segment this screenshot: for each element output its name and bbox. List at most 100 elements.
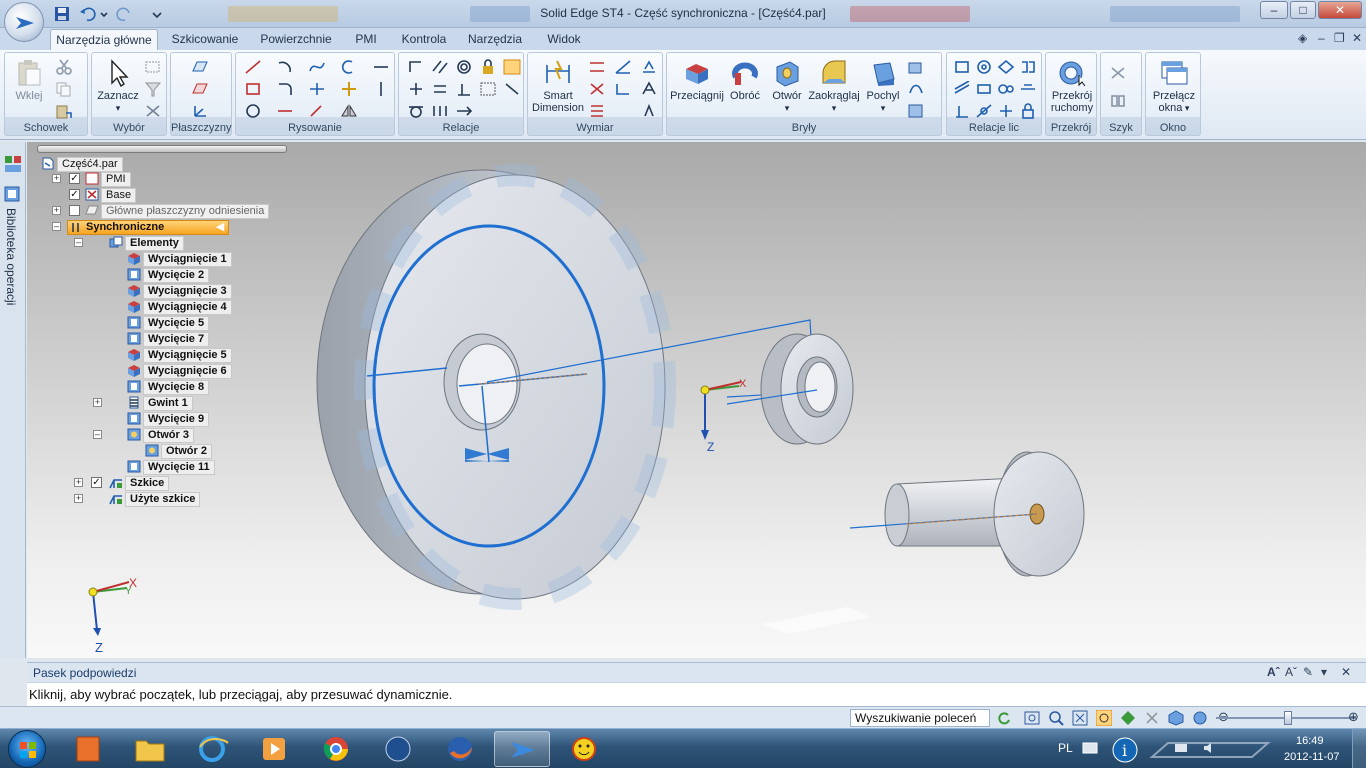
symmetric-relation-icon[interactable] bbox=[431, 103, 449, 119]
tree-collapse-hole[interactable]: – bbox=[93, 430, 102, 439]
tree-node-feature[interactable]: Wycięcie 9 bbox=[127, 412, 210, 427]
taskbar-app-ie[interactable] bbox=[184, 731, 240, 767]
offset-icon[interactable] bbox=[340, 59, 358, 75]
angular-coordinate-icon[interactable] bbox=[614, 81, 632, 97]
taskbar-app-firefox[interactable] bbox=[432, 731, 488, 767]
concentric-icon[interactable] bbox=[455, 59, 473, 75]
face-symmetric-icon[interactable] bbox=[997, 59, 1015, 75]
thin-wall-icon[interactable] bbox=[907, 59, 925, 75]
cut-icon[interactable] bbox=[55, 59, 73, 75]
rectangle-icon[interactable] bbox=[244, 81, 262, 97]
distance-between-icon[interactable] bbox=[588, 59, 606, 75]
clock-time[interactable]: 16:49 bbox=[1296, 735, 1324, 747]
clock-date[interactable]: 2012-11-07 bbox=[1284, 751, 1339, 763]
taskbar-app-hp[interactable] bbox=[370, 731, 426, 767]
paste-button[interactable]: Wklej bbox=[11, 59, 47, 102]
face-offset-icon[interactable] bbox=[1019, 81, 1037, 97]
revolve-button[interactable]: Obróć bbox=[725, 59, 765, 102]
tree-node-sketches[interactable]: Szkice bbox=[109, 476, 170, 491]
extrude-button[interactable]: Przeciągnij bbox=[669, 59, 725, 102]
select-filter-icon[interactable] bbox=[144, 81, 162, 97]
tree-node-feature[interactable]: Otwór 3 bbox=[127, 428, 194, 443]
select-tools-icon[interactable] bbox=[144, 103, 162, 119]
show-desktop-button[interactable] bbox=[1352, 729, 1366, 768]
tree-node-base[interactable]: Base bbox=[85, 188, 137, 203]
doc-close-icon[interactable]: ✕ bbox=[1352, 31, 1362, 45]
zoom-in-icon[interactable]: ⊕ bbox=[1348, 709, 1359, 725]
view-orientation-icon[interactable] bbox=[1168, 710, 1184, 726]
smart-dimension-button[interactable]: Smart Dimension bbox=[530, 59, 586, 114]
close-button[interactable]: ✕ bbox=[1318, 1, 1362, 19]
add-body-icon[interactable] bbox=[907, 81, 925, 97]
face-rigid-icon[interactable] bbox=[975, 103, 993, 119]
annotation-icon[interactable] bbox=[640, 59, 658, 75]
info-icon[interactable]: i bbox=[1110, 735, 1140, 765]
keyboard-icon[interactable] bbox=[1082, 741, 1098, 755]
tree-node-feature[interactable]: Wyciągnięcie 4 bbox=[127, 300, 232, 315]
refresh-icon[interactable] bbox=[996, 710, 1012, 726]
taskbar-app-chrome[interactable] bbox=[308, 731, 364, 767]
draft-button[interactable]: Pochyl ▾ bbox=[863, 59, 903, 114]
face-ground-icon[interactable] bbox=[997, 103, 1015, 119]
tree-node-feature[interactable]: Wycięcie 2 bbox=[127, 268, 210, 283]
face-perpendicular-icon[interactable] bbox=[953, 103, 971, 119]
tree-check-planes[interactable] bbox=[69, 205, 80, 216]
rotate-icon[interactable] bbox=[1120, 710, 1136, 726]
tree-node-feature[interactable]: Gwint 1 bbox=[127, 396, 193, 411]
taskbar-app-office[interactable] bbox=[60, 731, 116, 767]
tree-expand-sketches[interactable]: + bbox=[74, 478, 83, 487]
tree-node-feature[interactable]: Wyciągnięcie 3 bbox=[127, 284, 232, 299]
pin-icon[interactable]: ▾ bbox=[1321, 665, 1327, 679]
tab-pmi[interactable]: PMI bbox=[348, 29, 384, 50]
feature-library-icon[interactable] bbox=[3, 184, 23, 204]
graphics-viewport[interactable]: X Z X Y Z Część4.par + ✓ PMI ✓ Base + Gł… bbox=[27, 142, 1366, 658]
tree-scrollbar[interactable] bbox=[37, 145, 287, 153]
zoom-area-icon[interactable] bbox=[1024, 710, 1040, 726]
collinear-icon[interactable] bbox=[479, 81, 497, 97]
fillet-icon[interactable] bbox=[276, 81, 294, 97]
application-button[interactable] bbox=[4, 2, 44, 42]
pan-icon[interactable] bbox=[1096, 710, 1112, 726]
tree-root[interactable]: Część4.par bbox=[41, 157, 123, 172]
arc-icon[interactable] bbox=[276, 59, 294, 75]
tab-narzedzia[interactable]: Narzędzia bbox=[462, 29, 528, 50]
relation-assistant-icon[interactable] bbox=[503, 59, 521, 75]
view-style-icon[interactable] bbox=[1192, 710, 1208, 726]
tree-node-feature[interactable]: Wycięcie 8 bbox=[127, 380, 210, 395]
tree-node-feature[interactable]: Wyciągnięcie 1 bbox=[127, 252, 232, 267]
tree-expand-planes[interactable]: + bbox=[52, 206, 61, 215]
face-tangent-icon[interactable] bbox=[953, 81, 971, 97]
text-format-icon[interactable] bbox=[640, 103, 658, 119]
horizontal-vertical-icon[interactable] bbox=[407, 59, 425, 75]
equal-icon[interactable] bbox=[431, 81, 449, 97]
tree-node-used-sketches[interactable]: Użyte szkice bbox=[109, 492, 201, 507]
coordinate-dimension-icon[interactable] bbox=[588, 81, 606, 97]
plane-icon[interactable] bbox=[191, 59, 209, 75]
tree-node-pmi[interactable]: PMI bbox=[85, 172, 131, 187]
tree-node-feature[interactable]: Wycięcie 7 bbox=[127, 332, 210, 347]
tree-check-base[interactable]: ✓ bbox=[69, 189, 80, 200]
lock-icon[interactable] bbox=[479, 59, 497, 75]
doc-restore-icon[interactable]: ❐ bbox=[1334, 31, 1345, 45]
tree-expand-pmi[interactable]: + bbox=[52, 174, 61, 183]
tab-szkicowanie[interactable]: Szkicowanie bbox=[166, 29, 244, 50]
copy-icon[interactable] bbox=[55, 81, 73, 97]
tree-node-feature[interactable]: Wycięcie 5 bbox=[127, 316, 210, 331]
taskbar-app-solid-edge[interactable] bbox=[494, 731, 550, 767]
tab-kontrola[interactable]: Kontrola bbox=[394, 29, 454, 50]
paste-special-icon[interactable] bbox=[55, 103, 73, 119]
trim-icon[interactable] bbox=[308, 81, 326, 97]
select-button[interactable]: Zaznacz ▾ bbox=[96, 59, 140, 114]
help-icon[interactable]: ◈ bbox=[1298, 31, 1307, 45]
zoom-icon[interactable] bbox=[1048, 710, 1064, 726]
prompt-options-icon[interactable]: ✎ bbox=[1303, 665, 1313, 679]
tree-collapse-synchronous[interactable]: – bbox=[52, 222, 61, 231]
shell-icon[interactable] bbox=[907, 103, 925, 119]
midpoint-icon[interactable] bbox=[455, 103, 473, 119]
line-icon[interactable] bbox=[244, 59, 262, 75]
coordinate-system-icon[interactable] bbox=[191, 103, 209, 119]
circle-icon[interactable] bbox=[244, 103, 262, 119]
tree-node-planes[interactable]: Główne płaszczyzny odniesienia bbox=[85, 204, 270, 219]
font-decrease-icon[interactable]: Aˇ bbox=[1285, 665, 1297, 679]
perpendicular-icon[interactable] bbox=[455, 81, 473, 97]
